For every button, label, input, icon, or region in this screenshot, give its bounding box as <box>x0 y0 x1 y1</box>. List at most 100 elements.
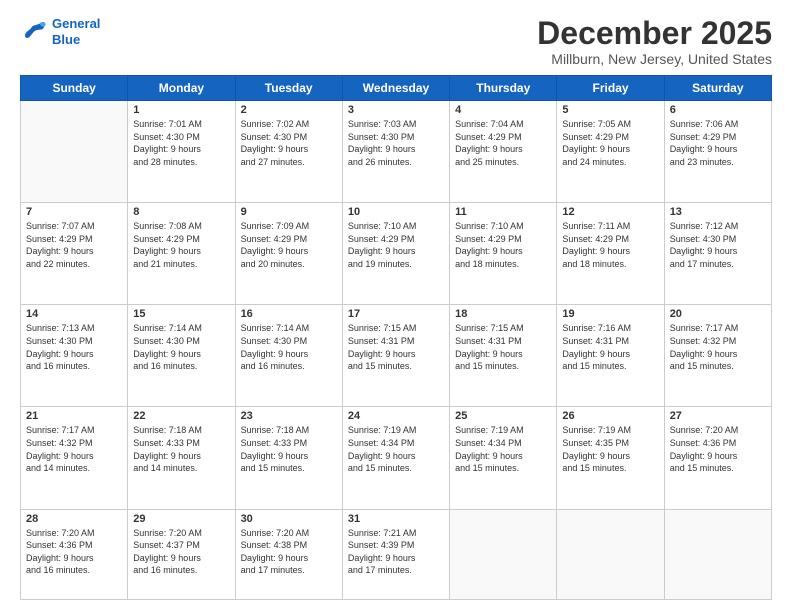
day-number: 13 <box>670 206 766 218</box>
day-info: Sunrise: 7:19 AM Sunset: 4:34 PM Dayligh… <box>455 424 551 474</box>
day-info: Sunrise: 7:14 AM Sunset: 4:30 PM Dayligh… <box>241 322 337 372</box>
header-sunday: Sunday <box>21 76 128 101</box>
table-row: 9 Sunrise: 7:09 AM Sunset: 4:29 PM Daylig… <box>235 203 342 305</box>
day-number: 4 <box>455 104 551 116</box>
table-row: 25 Sunrise: 7:19 AM Sunset: 4:34 PM Dayli… <box>450 407 557 509</box>
table-row: 31Sunrise: 7:21 AM Sunset: 4:39 PM Dayli… <box>342 509 449 600</box>
day-number: 14 <box>26 308 122 320</box>
table-row: 26 Sunrise: 7:19 AM Sunset: 4:35 PM Dayli… <box>557 407 664 509</box>
table-row: 7 Sunrise: 7:07 AM Sunset: 4:29 PM Daylig… <box>21 203 128 305</box>
day-number: 2 <box>241 104 337 116</box>
table-row <box>450 509 557 600</box>
calendar-table: Sunday Monday Tuesday Wednesday Thursday… <box>20 75 772 600</box>
day-number: 22 <box>133 410 229 422</box>
header-tuesday: Tuesday <box>235 76 342 101</box>
day-info: Sunrise: 7:19 AM Sunset: 4:34 PM Dayligh… <box>348 424 444 474</box>
table-row: 27 Sunrise: 7:20 AM Sunset: 4:36 PM Dayli… <box>664 407 771 509</box>
logo-icon <box>20 18 48 46</box>
day-info: Sunrise: 7:12 AM Sunset: 4:30 PM Dayligh… <box>670 220 766 270</box>
day-info: Sunrise: 7:01 AM Sunset: 4:30 PM Dayligh… <box>133 118 229 168</box>
day-info: Sunrise: 7:04 AM Sunset: 4:29 PM Dayligh… <box>455 118 551 168</box>
table-row <box>664 509 771 600</box>
day-info: Sunrise: 7:20 AM Sunset: 4:36 PM Dayligh… <box>26 527 122 577</box>
table-row: 21Sunrise: 7:17 AM Sunset: 4:32 PM Dayli… <box>21 407 128 509</box>
day-info: Sunrise: 7:17 AM Sunset: 4:32 PM Dayligh… <box>26 424 122 474</box>
day-info: Sunrise: 7:19 AM Sunset: 4:35 PM Dayligh… <box>562 424 658 474</box>
day-number: 23 <box>241 410 337 422</box>
day-number: 16 <box>241 308 337 320</box>
day-info: Sunrise: 7:10 AM Sunset: 4:29 PM Dayligh… <box>455 220 551 270</box>
header: General Blue December 2025 Millburn, New… <box>20 16 772 67</box>
day-info: Sunrise: 7:17 AM Sunset: 4:32 PM Dayligh… <box>670 322 766 372</box>
day-number: 7 <box>26 206 122 218</box>
day-info: Sunrise: 7:20 AM Sunset: 4:37 PM Dayligh… <box>133 527 229 577</box>
day-info: Sunrise: 7:06 AM Sunset: 4:29 PM Dayligh… <box>670 118 766 168</box>
day-number: 26 <box>562 410 658 422</box>
day-number: 11 <box>455 206 551 218</box>
day-number: 17 <box>348 308 444 320</box>
table-row: 10 Sunrise: 7:10 AM Sunset: 4:29 PM Dayli… <box>342 203 449 305</box>
header-wednesday: Wednesday <box>342 76 449 101</box>
day-number: 10 <box>348 206 444 218</box>
day-number: 20 <box>670 308 766 320</box>
day-info: Sunrise: 7:15 AM Sunset: 4:31 PM Dayligh… <box>348 322 444 372</box>
table-row: 18Sunrise: 7:15 AM Sunset: 4:31 PM Dayli… <box>450 305 557 407</box>
table-row: 3 Sunrise: 7:03 AM Sunset: 4:30 PM Daylig… <box>342 101 449 203</box>
table-row: 17 Sunrise: 7:15 AM Sunset: 4:31 PM Dayli… <box>342 305 449 407</box>
day-info: Sunrise: 7:15 AM Sunset: 4:31 PM Dayligh… <box>455 322 551 372</box>
table-row: 15Sunrise: 7:14 AM Sunset: 4:30 PM Dayli… <box>128 305 235 407</box>
day-number: 8 <box>133 206 229 218</box>
month-title: December 2025 <box>537 16 772 51</box>
table-row: 5 Sunrise: 7:05 AM Sunset: 4:29 PM Daylig… <box>557 101 664 203</box>
table-row: 12Sunrise: 7:11 AM Sunset: 4:29 PM Dayli… <box>557 203 664 305</box>
day-info: Sunrise: 7:05 AM Sunset: 4:29 PM Dayligh… <box>562 118 658 168</box>
day-info: Sunrise: 7:08 AM Sunset: 4:29 PM Dayligh… <box>133 220 229 270</box>
header-friday: Friday <box>557 76 664 101</box>
header-thursday: Thursday <box>450 76 557 101</box>
table-row: 20 Sunrise: 7:17 AM Sunset: 4:32 PM Dayli… <box>664 305 771 407</box>
table-row: 6 Sunrise: 7:06 AM Sunset: 4:29 PM Daylig… <box>664 101 771 203</box>
table-row: 11 Sunrise: 7:10 AM Sunset: 4:29 PM Dayli… <box>450 203 557 305</box>
logo: General Blue <box>20 16 100 47</box>
day-number: 28 <box>26 513 122 525</box>
logo-line2: Blue <box>52 32 80 47</box>
logo-text: General Blue <box>52 16 100 47</box>
table-row: 8 Sunrise: 7:08 AM Sunset: 4:29 PM Daylig… <box>128 203 235 305</box>
location: Millburn, New Jersey, United States <box>537 51 772 67</box>
table-row: 30 Sunrise: 7:20 AM Sunset: 4:38 PM Dayli… <box>235 509 342 600</box>
day-info: Sunrise: 7:14 AM Sunset: 4:30 PM Dayligh… <box>133 322 229 372</box>
day-info: Sunrise: 7:18 AM Sunset: 4:33 PM Dayligh… <box>241 424 337 474</box>
day-number: 1 <box>133 104 229 116</box>
table-row <box>557 509 664 600</box>
table-row: 1 Sunrise: 7:01 AM Sunset: 4:30 PM Daylig… <box>128 101 235 203</box>
day-number: 27 <box>670 410 766 422</box>
table-row: 19Sunrise: 7:16 AM Sunset: 4:31 PM Dayli… <box>557 305 664 407</box>
table-row: 13 Sunrise: 7:12 AM Sunset: 4:30 PM Dayli… <box>664 203 771 305</box>
table-row: 16 Sunrise: 7:14 AM Sunset: 4:30 PM Dayli… <box>235 305 342 407</box>
table-row: 23 Sunrise: 7:18 AM Sunset: 4:33 PM Dayli… <box>235 407 342 509</box>
day-info: Sunrise: 7:07 AM Sunset: 4:29 PM Dayligh… <box>26 220 122 270</box>
day-info: Sunrise: 7:20 AM Sunset: 4:36 PM Dayligh… <box>670 424 766 474</box>
day-number: 5 <box>562 104 658 116</box>
day-number: 24 <box>348 410 444 422</box>
table-row: 28 Sunrise: 7:20 AM Sunset: 4:36 PM Dayli… <box>21 509 128 600</box>
day-number: 6 <box>670 104 766 116</box>
page: General Blue December 2025 Millburn, New… <box>0 0 792 612</box>
day-number: 25 <box>455 410 551 422</box>
day-number: 30 <box>241 513 337 525</box>
logo-line1: General <box>52 16 100 31</box>
day-number: 9 <box>241 206 337 218</box>
table-row: 14Sunrise: 7:13 AM Sunset: 4:30 PM Dayli… <box>21 305 128 407</box>
day-info: Sunrise: 7:20 AM Sunset: 4:38 PM Dayligh… <box>241 527 337 577</box>
table-row: 2Sunrise: 7:02 AM Sunset: 4:30 PM Daylig… <box>235 101 342 203</box>
header-monday: Monday <box>128 76 235 101</box>
day-info: Sunrise: 7:03 AM Sunset: 4:30 PM Dayligh… <box>348 118 444 168</box>
table-row <box>21 101 128 203</box>
title-block: December 2025 Millburn, New Jersey, Unit… <box>537 16 772 67</box>
header-saturday: Saturday <box>664 76 771 101</box>
table-row: 22Sunrise: 7:18 AM Sunset: 4:33 PM Dayli… <box>128 407 235 509</box>
day-number: 3 <box>348 104 444 116</box>
day-info: Sunrise: 7:10 AM Sunset: 4:29 PM Dayligh… <box>348 220 444 270</box>
day-info: Sunrise: 7:16 AM Sunset: 4:31 PM Dayligh… <box>562 322 658 372</box>
day-info: Sunrise: 7:09 AM Sunset: 4:29 PM Dayligh… <box>241 220 337 270</box>
